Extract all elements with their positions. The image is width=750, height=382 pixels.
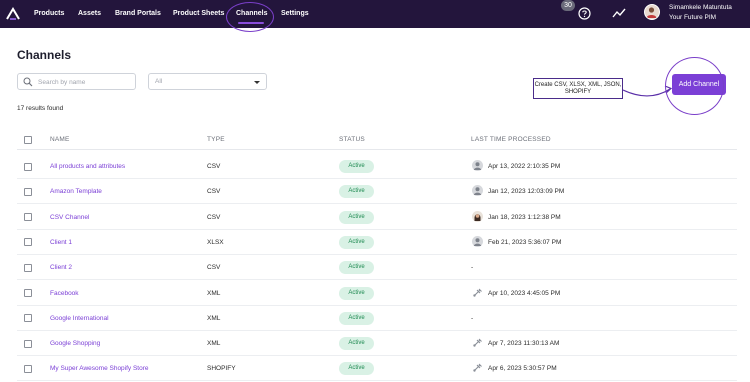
row-checkbox[interactable] bbox=[24, 263, 32, 272]
table-row[interactable]: Google International XML Active - bbox=[17, 306, 737, 331]
chevron-down-icon bbox=[254, 81, 260, 84]
column-header-last-processed[interactable]: LAST TIME PROCESSED bbox=[471, 136, 551, 143]
channel-type: XML bbox=[207, 340, 221, 348]
table-row[interactable]: My Super Awesome Shopify Store SHOPIFY Act… bbox=[17, 356, 737, 382]
status-badge: Active bbox=[339, 210, 374, 224]
status-badge: Active bbox=[339, 286, 374, 300]
avatar-gray-icon bbox=[472, 185, 483, 197]
avatar-gray-icon bbox=[472, 235, 483, 247]
annotation-arrow-icon bbox=[622, 85, 673, 97]
channel-type: XML bbox=[207, 289, 221, 297]
nav-channels[interactable]: Channels bbox=[236, 9, 268, 19]
channel-name-link[interactable]: All products and attributes bbox=[50, 163, 125, 171]
help-icon[interactable] bbox=[578, 7, 591, 20]
channel-type: XLSX bbox=[207, 238, 224, 246]
channel-name-link[interactable]: Google Shopping bbox=[50, 340, 100, 348]
channel-name-link[interactable]: Amazon Template bbox=[50, 188, 102, 196]
notification-badge[interactable]: 30 bbox=[561, 0, 575, 11]
table-row[interactable]: Amazon Template CSV Active Jan 12, 2023 12:… bbox=[17, 179, 737, 205]
logo-icon[interactable] bbox=[5, 6, 21, 22]
table-row[interactable]: Client 1 XLSX Active Feb 21, 2023 5:36:07 P… bbox=[17, 230, 737, 255]
last-processed-time: Jan 12, 2023 12:03:09 PM bbox=[488, 188, 565, 196]
status-badge: Active bbox=[339, 261, 374, 275]
channel-name-link[interactable]: My Super Awesome Shopify Store bbox=[50, 365, 149, 373]
table-row[interactable]: Facebook XML Active Apr 10, 2023 4:45:05 PM bbox=[17, 281, 737, 306]
last-processed-time: - bbox=[471, 264, 474, 272]
user-photo-icon bbox=[646, 7, 657, 18]
status-badge: Active bbox=[339, 160, 374, 173]
channel-type: CSV bbox=[207, 213, 221, 221]
channel-name-link[interactable]: Client 2 bbox=[50, 264, 72, 272]
activity-trend-icon[interactable] bbox=[612, 8, 626, 19]
channel-name-link[interactable]: CSV Channel bbox=[50, 214, 89, 222]
last-processed-time: Feb 21, 2023 5:36:07 PM bbox=[488, 238, 562, 246]
row-checkbox[interactable] bbox=[24, 238, 32, 247]
status-badge: Active bbox=[339, 311, 374, 325]
annotation-callout: Create CSV, XLSX, XML, JSON, SHOPIFY bbox=[533, 78, 623, 99]
avatar-woman-icon bbox=[472, 210, 483, 222]
table-header: NAME TYPE STATUS LAST TIME PROCESSED bbox=[17, 130, 737, 150]
last-processed-time: Apr 13, 2022 2:10:35 PM bbox=[488, 163, 561, 170]
row-checkbox[interactable] bbox=[24, 187, 32, 196]
top-nav-bar: Products Assets Brand Portals Product Sh… bbox=[0, 0, 750, 28]
table-row[interactable]: Client 2 CSV Active - bbox=[17, 255, 737, 281]
last-processed-time: Apr 10, 2023 4:45:05 PM bbox=[488, 289, 561, 297]
search-input[interactable] bbox=[38, 76, 132, 88]
channel-type: CSV bbox=[207, 264, 221, 272]
nav-product-sheets[interactable]: Product Sheets bbox=[173, 9, 224, 19]
channel-name-link[interactable]: Client 1 bbox=[50, 239, 72, 247]
column-header-name[interactable]: NAME bbox=[50, 136, 70, 143]
last-processed-time: - bbox=[471, 314, 474, 322]
channel-type: CSV bbox=[207, 188, 221, 196]
channel-type: XML bbox=[207, 314, 221, 322]
user-name[interactable]: Simamkele Matuntuta bbox=[669, 4, 732, 12]
row-checkbox[interactable] bbox=[24, 289, 32, 297]
nav-assets[interactable]: Assets bbox=[78, 9, 101, 19]
search-icon bbox=[23, 77, 33, 87]
column-header-type[interactable]: TYPE bbox=[207, 136, 225, 143]
row-checkbox[interactable] bbox=[24, 213, 32, 222]
row-checkbox[interactable] bbox=[24, 339, 32, 348]
last-processed-time: Apr 6, 2023 5:30:57 PM bbox=[488, 365, 557, 373]
results-count: 17 results found bbox=[17, 105, 64, 112]
channel-type: SHOPIFY bbox=[207, 365, 236, 373]
table-row[interactable]: CSV Channel CSV Active Jan 18, 2023 1:12:38… bbox=[17, 205, 737, 230]
status-badge: Active bbox=[339, 337, 374, 351]
user-avatar[interactable] bbox=[644, 4, 660, 20]
row-checkbox[interactable] bbox=[24, 364, 32, 373]
filter-select[interactable]: All bbox=[148, 73, 267, 90]
table-row[interactable]: Google Shopping XML Active Apr 7, 2023 11:3… bbox=[17, 331, 737, 357]
channel-name-link[interactable]: Google International bbox=[50, 315, 109, 323]
status-badge: Active bbox=[339, 235, 374, 249]
user-org: Your Future PIM bbox=[669, 14, 717, 21]
row-checkbox[interactable] bbox=[24, 314, 32, 323]
table-row[interactable]: All products and attributes CSV Active Apr … bbox=[17, 154, 737, 179]
active-tab-indicator bbox=[238, 22, 264, 24]
channel-type: CSV bbox=[207, 163, 221, 170]
nav-products[interactable]: Products bbox=[34, 9, 64, 19]
robot-icon bbox=[473, 364, 482, 373]
last-processed-time: Apr 7, 2023 11:30:13 AM bbox=[488, 340, 560, 348]
column-header-status[interactable]: STATUS bbox=[339, 136, 365, 143]
robot-icon bbox=[473, 338, 482, 347]
page-title: Channels bbox=[17, 48, 72, 62]
filter-select-value: All bbox=[155, 78, 163, 85]
channel-name-link[interactable]: Facebook bbox=[50, 290, 79, 298]
nav-brand-portals[interactable]: Brand Portals bbox=[115, 9, 161, 19]
nav-settings[interactable]: Settings bbox=[281, 9, 309, 19]
last-processed-time: Jan 18, 2023 1:12:38 PM bbox=[488, 213, 561, 221]
status-badge: Active bbox=[339, 362, 374, 376]
avatar-gray-icon bbox=[472, 160, 483, 171]
status-badge: Active bbox=[339, 185, 374, 199]
add-channel-button[interactable]: Add Channel bbox=[672, 74, 726, 95]
select-all-checkbox[interactable] bbox=[24, 136, 32, 144]
search-field[interactable] bbox=[17, 73, 136, 90]
row-checkbox[interactable] bbox=[24, 162, 32, 171]
robot-icon bbox=[473, 288, 482, 297]
